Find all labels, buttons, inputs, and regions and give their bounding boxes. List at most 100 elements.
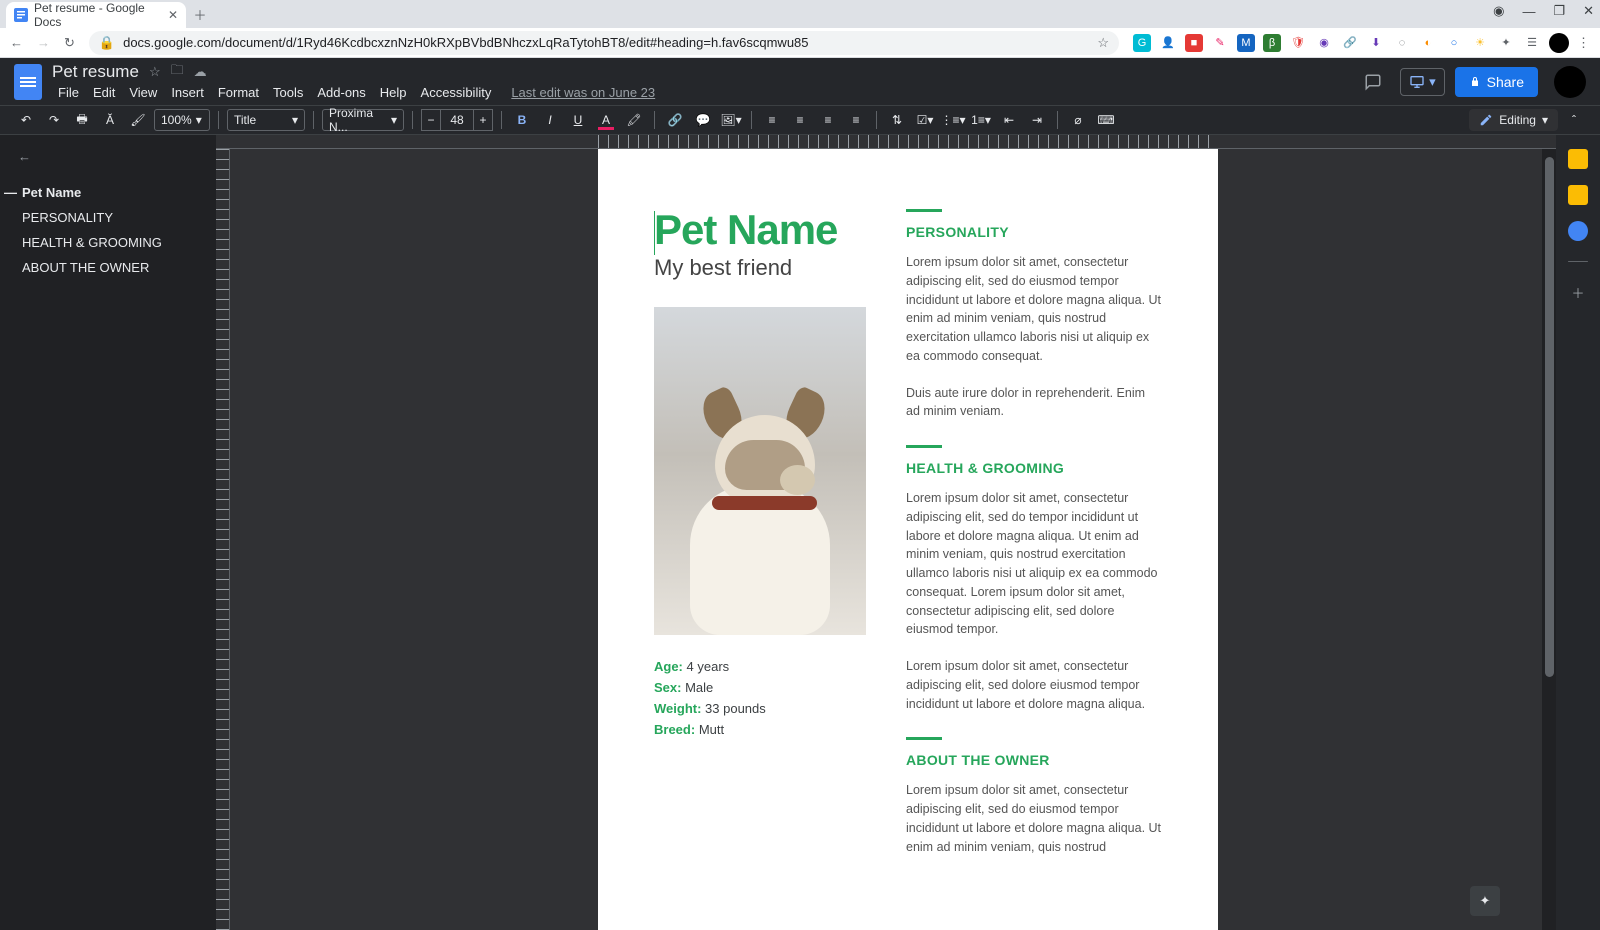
font-size-increase[interactable]: + <box>473 109 493 131</box>
extension-icon[interactable]: G <box>1133 34 1151 52</box>
italic-button[interactable]: I <box>538 108 562 132</box>
reading-list-icon[interactable]: ☰ <box>1523 34 1541 52</box>
cloud-status-icon[interactable]: ☁ <box>194 64 207 80</box>
star-icon[interactable]: ☆ <box>149 64 161 80</box>
spellcheck-button[interactable]: Ă <box>98 108 122 132</box>
calendar-icon[interactable] <box>1568 149 1588 169</box>
bulleted-list-button[interactable]: ⋮≡▾ <box>941 108 965 132</box>
extension-icon[interactable]: ⬇ <box>1367 34 1385 52</box>
menu-insert[interactable]: Insert <box>165 83 210 102</box>
font-size-decrease[interactable]: − <box>421 109 441 131</box>
extension-icon[interactable]: 👤 <box>1159 34 1177 52</box>
menu-addons[interactable]: Add-ons <box>311 83 371 102</box>
font-size-control[interactable]: − 48 + <box>421 109 493 131</box>
bold-button[interactable]: B <box>510 108 534 132</box>
undo-button[interactable]: ↶ <box>14 108 38 132</box>
docs-logo-icon[interactable] <box>14 64 42 100</box>
outline-back-icon[interactable]: ← <box>18 149 206 164</box>
outline-item[interactable]: ABOUT THE OWNER <box>18 255 206 280</box>
vertical-ruler[interactable] <box>216 149 230 930</box>
new-tab-button[interactable]: ＋ <box>186 0 214 28</box>
close-tab-icon[interactable]: ✕ <box>168 8 178 22</box>
menu-help[interactable]: Help <box>374 83 413 102</box>
menu-edit[interactable]: Edit <box>87 83 121 102</box>
outline-item[interactable]: PERSONALITY <box>18 205 206 230</box>
redo-button[interactable]: ↷ <box>42 108 66 132</box>
add-addon-icon[interactable]: ＋ <box>1568 282 1588 302</box>
menu-tools[interactable]: Tools <box>267 83 309 102</box>
line-spacing-button[interactable]: ⇅ <box>885 108 909 132</box>
decrease-indent-button[interactable]: ⇤ <box>997 108 1021 132</box>
explore-button[interactable]: ✦ <box>1470 886 1500 916</box>
document-title[interactable]: Pet resume <box>52 62 139 82</box>
pet-photo[interactable] <box>654 307 866 635</box>
extension-icon[interactable]: ◐ <box>1419 34 1437 52</box>
browser-tab[interactable]: Pet resume - Google Docs ✕ <box>6 2 186 28</box>
comments-button[interactable] <box>1356 65 1390 99</box>
last-edit-link[interactable]: Last edit was on June 23 <box>505 83 661 102</box>
nav-forward-button[interactable]: → <box>37 35 50 50</box>
print-button[interactable]: 🖶 <box>70 108 94 132</box>
keep-icon[interactable] <box>1568 185 1588 205</box>
stat-row[interactable]: Breed: Mutt <box>654 722 866 737</box>
section-owner[interactable]: ABOUT THE OWNER Lorem ipsum dolor sit am… <box>906 737 1162 856</box>
insert-comment-button[interactable]: 💬 <box>691 108 715 132</box>
align-center-button[interactable]: ≡ <box>788 108 812 132</box>
account-avatar[interactable] <box>1554 66 1586 98</box>
share-button[interactable]: Share <box>1455 67 1538 97</box>
reload-button[interactable]: ↻ <box>64 35 75 51</box>
font-size-value[interactable]: 48 <box>441 109 473 131</box>
stat-row[interactable]: Sex: Male <box>654 680 866 695</box>
extension-icon[interactable]: M <box>1237 34 1255 52</box>
extension-icon[interactable]: ✎ <box>1211 34 1229 52</box>
paint-format-button[interactable]: 🖌 <box>126 108 150 132</box>
editing-mode-button[interactable]: Editing ▾ <box>1469 109 1558 131</box>
checklist-button[interactable]: ☑▾ <box>913 108 937 132</box>
menu-accessibility[interactable]: Accessibility <box>415 83 498 102</box>
underline-button[interactable]: U <box>566 108 590 132</box>
chrome-menu-icon[interactable]: ⋮ <box>1577 35 1590 51</box>
minimize-button[interactable]: — <box>1522 4 1535 19</box>
align-right-button[interactable]: ≡ <box>816 108 840 132</box>
clear-formatting-button[interactable]: ⌀ <box>1066 108 1090 132</box>
extension-icon[interactable]: ■ <box>1185 34 1203 52</box>
page-subtitle[interactable]: My best friend <box>654 255 866 281</box>
outline-item[interactable]: Pet Name <box>18 180 206 205</box>
input-tools-button[interactable]: ⌨ <box>1094 108 1118 132</box>
extensions-menu-icon[interactable]: ✦ <box>1497 34 1515 52</box>
horizontal-ruler[interactable] <box>216 135 1556 149</box>
font-dropdown[interactable]: Proxima N...▾ <box>322 109 404 131</box>
outline-item[interactable]: HEALTH & GROOMING <box>18 230 206 255</box>
profile-avatar[interactable] <box>1549 33 1569 53</box>
extension-icon[interactable]: ◌ <box>1393 34 1411 52</box>
highlight-color-button[interactable]: 🖍 <box>622 108 646 132</box>
paragraph-style-dropdown[interactable]: Title▾ <box>227 109 305 131</box>
menu-file[interactable]: File <box>52 83 85 102</box>
nav-back-button[interactable]: ← <box>10 35 23 50</box>
bookmark-star-icon[interactable]: ☆ <box>1097 35 1109 51</box>
vertical-scrollbar[interactable] <box>1542 149 1556 930</box>
menu-format[interactable]: Format <box>212 83 265 102</box>
extension-icon[interactable]: 🛡 <box>1289 34 1307 52</box>
increase-indent-button[interactable]: ⇥ <box>1025 108 1049 132</box>
stat-row[interactable]: Age: 4 years <box>654 659 866 674</box>
page-title[interactable]: Pet Name <box>654 209 866 251</box>
present-button[interactable]: ▾ <box>1400 68 1445 96</box>
extension-icon[interactable]: ○ <box>1445 34 1463 52</box>
hide-menus-button[interactable]: ˆ <box>1562 108 1586 132</box>
tasks-icon[interactable] <box>1568 221 1588 241</box>
maximize-button[interactable]: ❐ <box>1553 3 1565 19</box>
stat-row[interactable]: Weight: 33 pounds <box>654 701 866 716</box>
insert-link-button[interactable]: 🔗 <box>663 108 687 132</box>
insert-image-button[interactable]: 🖼▾ <box>719 108 743 132</box>
section-health[interactable]: HEALTH & GROOMING Lorem ipsum dolor sit … <box>906 445 1162 713</box>
extension-icon[interactable]: β <box>1263 34 1281 52</box>
menu-view[interactable]: View <box>123 83 163 102</box>
document-page[interactable]: Pet Name My best friend Age: 4 years Sex… <box>598 149 1218 930</box>
numbered-list-button[interactable]: 1≡▾ <box>969 108 993 132</box>
extension-icon[interactable]: 🔗 <box>1341 34 1359 52</box>
align-left-button[interactable]: ≡ <box>760 108 784 132</box>
document-canvas[interactable]: Pet Name My best friend Age: 4 years Sex… <box>216 135 1556 930</box>
align-justify-button[interactable]: ≡ <box>844 108 868 132</box>
address-bar[interactable]: 🔒 docs.google.com/document/d/1Ryd46Kcdbc… <box>89 31 1119 55</box>
